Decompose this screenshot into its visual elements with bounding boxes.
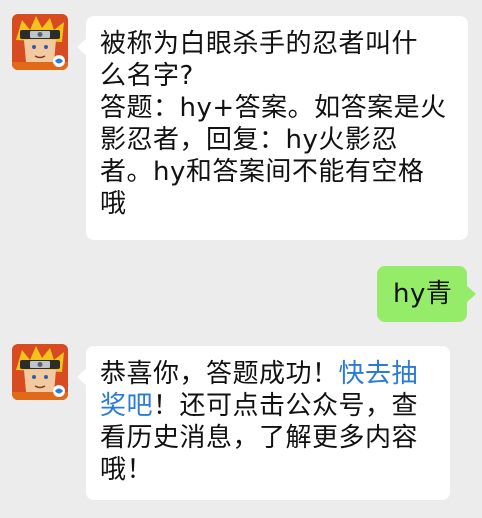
message-line: 哦 <box>100 189 127 219</box>
message-line: 答题：hy+答案。如答案是火 <box>100 93 447 123</box>
naruto-avatar-icon <box>12 14 68 70</box>
message-line: 影忍者，回复：hy火影忍 <box>100 125 398 155</box>
outgoing-message-answer[interactable]: hy青 <box>377 266 476 322</box>
bot-avatar[interactable] <box>12 344 68 400</box>
naruto-avatar-icon <box>12 344 68 400</box>
success-text: 恭喜你，答题成功！ <box>100 359 339 389</box>
message-text: hy青 <box>393 279 453 309</box>
lottery-link[interactable]: 快去抽 <box>339 359 419 389</box>
message-line: 看历史消息，了解更多内容 <box>100 423 419 453</box>
message-text: ！还可点击公众号，查 <box>153 391 419 421</box>
message-line: 者。hy和答案间不能有空格 <box>100 157 425 187</box>
message-line: 奖吧！还可点击公众号，查 <box>100 390 436 422</box>
incoming-message-success[interactable]: 恭喜你，答题成功！快去抽 奖吧！还可点击公众号，查 看历史消息，了解更多内容 哦… <box>77 346 450 500</box>
incoming-message-question[interactable]: 被称为白眼杀手的忍者叫什 么名字? 答题：hy+答案。如答案是火 影忍者，回复：… <box>77 16 468 240</box>
message-line: 恭喜你，答题成功！快去抽 <box>100 358 436 390</box>
lottery-link[interactable]: 奖吧 <box>100 391 153 421</box>
message-line: 哦！ <box>100 455 154 485</box>
message-line: 被称为白眼杀手的忍者叫什 <box>100 29 419 59</box>
bot-avatar[interactable] <box>12 14 68 70</box>
message-line: 么名字? <box>100 61 194 91</box>
